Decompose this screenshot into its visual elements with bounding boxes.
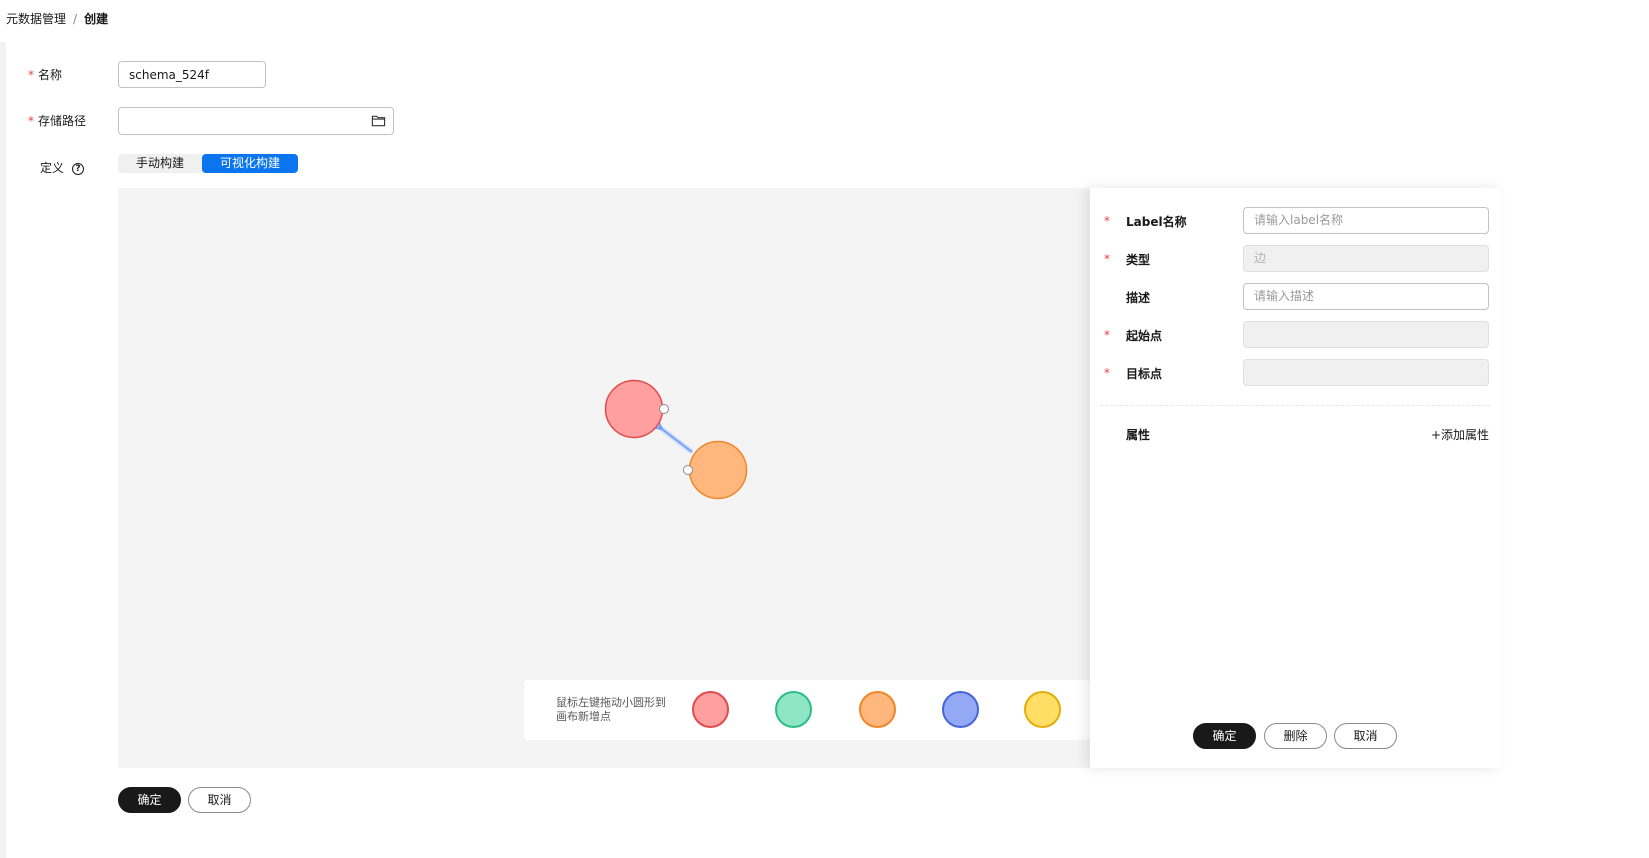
label-name-input[interactable]: 请输入label名称 bbox=[1243, 207, 1489, 234]
graph-node-orange[interactable] bbox=[688, 440, 748, 500]
add-property-button[interactable]: +添加属性 bbox=[1431, 426, 1489, 443]
label-name-placeholder: 请输入label名称 bbox=[1254, 213, 1344, 227]
description-label: 描述 bbox=[1126, 291, 1151, 305]
cancel-button[interactable]: 取消 bbox=[188, 787, 251, 813]
panel-confirm-button[interactable]: 确定 bbox=[1193, 723, 1256, 749]
confirm-button[interactable]: 确定 bbox=[118, 787, 181, 813]
panel-divider bbox=[1100, 405, 1490, 406]
description-input[interactable]: 请输入描述 bbox=[1243, 283, 1489, 310]
description-placeholder: 请输入描述 bbox=[1254, 289, 1315, 303]
graph-node-red[interactable] bbox=[604, 379, 664, 439]
graph-edge[interactable] bbox=[658, 426, 693, 453]
properties-label: 属性 bbox=[1126, 428, 1151, 442]
palette-swatch-red[interactable] bbox=[692, 691, 729, 728]
label-name-label: Label名称 bbox=[1126, 215, 1187, 229]
panel-cancel-button[interactable]: 取消 bbox=[1334, 723, 1397, 749]
node-anchor-handle[interactable] bbox=[683, 465, 693, 475]
palette-hint: 鼠标左键拖动小圆形到画布新增点 bbox=[556, 696, 666, 723]
palette-swatch-orange[interactable] bbox=[859, 691, 896, 728]
palette-swatch-yellow[interactable] bbox=[1024, 691, 1061, 728]
type-label: 类型 bbox=[1126, 253, 1151, 267]
required-mark: * bbox=[1104, 328, 1110, 342]
target-field bbox=[1243, 359, 1489, 386]
palette-swatch-blue[interactable] bbox=[942, 691, 979, 728]
panel-delete-button[interactable]: 删除 bbox=[1264, 723, 1327, 749]
palette-swatch-green[interactable] bbox=[775, 691, 812, 728]
required-mark: * bbox=[1104, 252, 1110, 266]
source-label: 起始点 bbox=[1126, 329, 1163, 343]
required-mark: * bbox=[1104, 366, 1110, 380]
node-anchor-handle[interactable] bbox=[659, 404, 669, 414]
required-mark: * bbox=[1104, 214, 1110, 228]
target-label: 目标点 bbox=[1126, 367, 1163, 381]
edge-properties-panel: * Label名称 请输入label名称 * 类型 边 描述 请输入描述 * 起… bbox=[1090, 188, 1500, 768]
source-field bbox=[1243, 321, 1489, 348]
type-field: 边 bbox=[1243, 245, 1489, 272]
type-value: 边 bbox=[1254, 251, 1267, 265]
node-palette: 鼠标左键拖动小圆形到画布新增点 bbox=[524, 680, 1090, 740]
